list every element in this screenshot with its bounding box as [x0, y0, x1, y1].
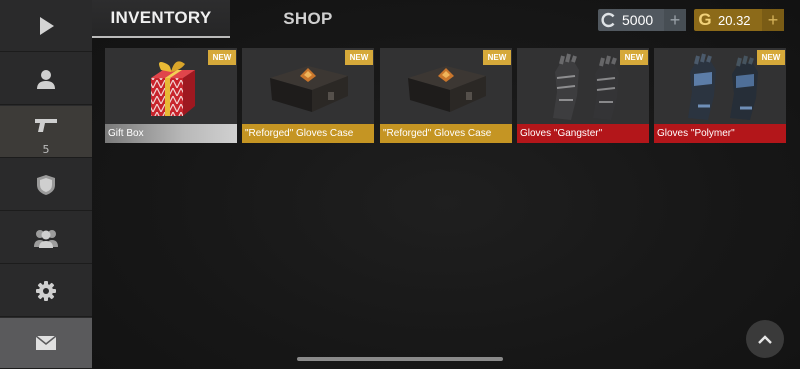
silver-currency: 5000 +	[598, 9, 686, 31]
item-name-label: "Reforged" Gloves Case	[380, 124, 512, 143]
silver-coin-icon	[598, 9, 620, 31]
scroll-to-top-button[interactable]	[746, 320, 784, 358]
add-silver-button[interactable]: +	[664, 9, 686, 31]
inventory-item-reforged-gloves-case[interactable]: NEW "Reforged" Gloves Case	[380, 48, 512, 143]
sidebar-item-weapons[interactable]: 5	[0, 106, 92, 158]
tab-shop[interactable]: SHOP	[234, 0, 382, 38]
item-name-label: Gift Box	[105, 124, 237, 143]
gear-icon	[36, 280, 56, 301]
inventory-item-gloves-polymer[interactable]: NEW Gloves "Polymer"	[654, 48, 786, 143]
gold-coin-icon: G	[698, 10, 712, 29]
new-badge: NEW	[208, 50, 236, 65]
profile-icon	[37, 69, 55, 89]
pistol-icon	[35, 118, 57, 132]
item-name-label: Gloves "Gangster"	[517, 124, 649, 143]
horizontal-scrollbar[interactable]	[297, 357, 503, 361]
new-badge: NEW	[620, 50, 648, 65]
add-gold-button[interactable]: +	[762, 9, 784, 31]
new-badge: NEW	[757, 50, 785, 65]
inventory-panel: INVENTORY SHOP 5000 + G 20.32 + NEW Gift…	[92, 0, 800, 369]
inventory-item-reforged-gloves-case[interactable]: NEW "Reforged" Gloves Case	[242, 48, 374, 143]
play-icon	[40, 16, 54, 35]
new-badge: NEW	[483, 50, 511, 65]
clan-icon	[34, 229, 58, 248]
tab-inventory[interactable]: INVENTORY	[92, 0, 230, 38]
sidebar-item-settings[interactable]	[0, 265, 92, 317]
sidebar-item-ranks[interactable]	[0, 159, 92, 211]
shield-icon	[37, 174, 55, 195]
item-name-label: "Reforged" Gloves Case	[242, 124, 374, 143]
weapons-count-badge: 5	[42, 143, 50, 156]
sidebar-item-mail[interactable]	[0, 318, 92, 369]
gold-amount: 20.32	[718, 12, 751, 28]
gold-currency: G 20.32 +	[694, 9, 784, 31]
sidebar-item-profile[interactable]	[0, 53, 92, 105]
sidebar-item-clan[interactable]	[0, 212, 92, 264]
inventory-item-gloves-gangster[interactable]: NEW Gloves "Gangster"	[517, 48, 649, 143]
inventory-item-gift-box[interactable]: NEW Gift Box	[105, 48, 237, 143]
item-name-label: Gloves "Polymer"	[654, 124, 786, 143]
sidebar-item-play[interactable]	[0, 0, 92, 52]
mail-icon	[35, 335, 57, 350]
silver-amount: 5000	[622, 12, 654, 28]
chevron-up-icon	[758, 335, 772, 344]
new-badge: NEW	[345, 50, 373, 65]
sidebar: 5	[0, 0, 92, 369]
